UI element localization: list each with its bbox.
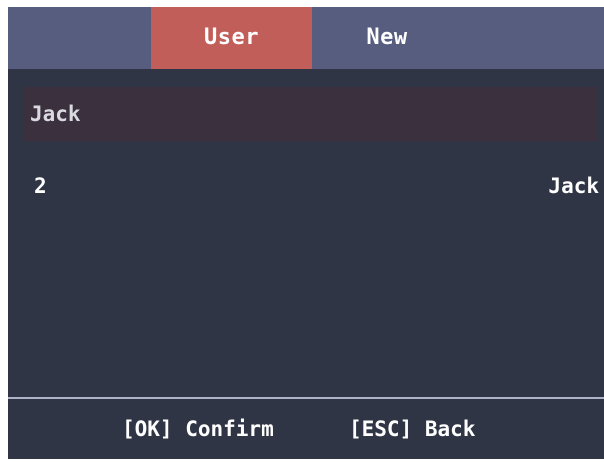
search-value: Jack (30, 102, 81, 126)
footer-bar: [OK] Confirm [ESC] Back (8, 399, 604, 459)
back-hint[interactable]: [ESC] Back (349, 399, 475, 459)
tab-new[interactable]: New (312, 7, 462, 69)
result-id: 2 (34, 174, 47, 198)
tab-bar: User New (8, 7, 604, 69)
result-row[interactable]: 2 Jack (24, 164, 599, 208)
search-field[interactable]: Jack (24, 87, 598, 141)
result-name: Jack (548, 174, 599, 198)
tab-user[interactable]: User (151, 7, 312, 69)
device-screen: User New Jack 2 Jack [OK] Confirm [ESC] … (8, 7, 604, 459)
confirm-hint[interactable]: [OK] Confirm (122, 399, 274, 459)
